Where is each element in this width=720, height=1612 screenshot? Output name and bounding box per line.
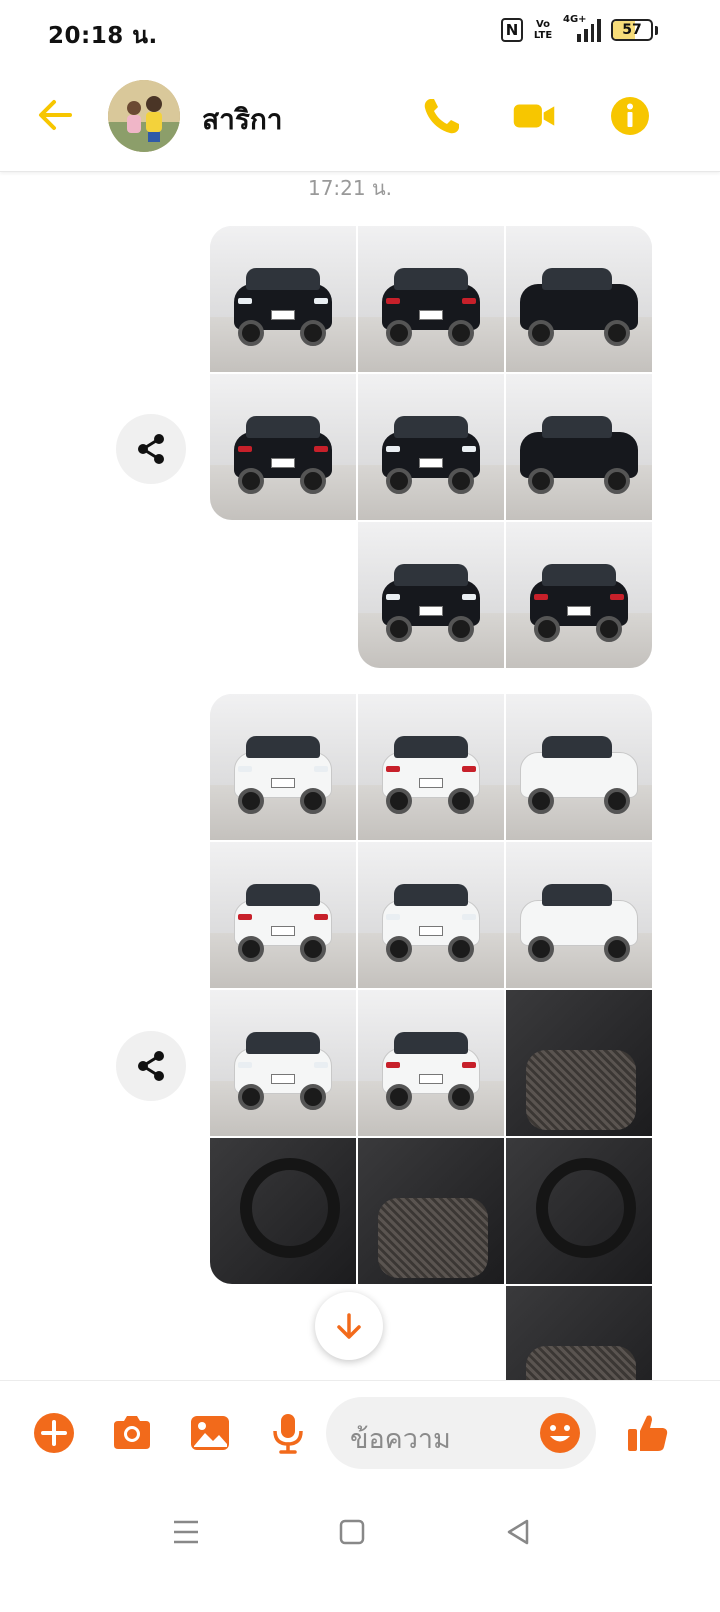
phone-call-icon[interactable] (420, 94, 464, 138)
volte-icon: Vo LTE (533, 19, 553, 41)
nfc-icon: N (501, 18, 523, 42)
photo-thumbnail[interactable] (210, 694, 356, 840)
message-placeholder: ข้อความ (350, 1424, 451, 1455)
photo-thumbnail[interactable] (358, 1138, 504, 1284)
info-icon[interactable] (608, 94, 652, 138)
thumbs-up-icon[interactable] (626, 1411, 670, 1455)
message-list[interactable]: 17:21 น. (0, 172, 720, 1380)
signal-icon: 4G+ (563, 14, 601, 42)
avatar[interactable] (108, 80, 180, 152)
share-icon (138, 434, 164, 464)
back-triangle-icon (507, 1519, 529, 1545)
battery-icon: 57 (611, 19, 653, 41)
system-nav-bar (0, 1484, 720, 1612)
photo-thumbnail[interactable] (358, 522, 504, 668)
share-button[interactable] (116, 414, 186, 484)
photo-thumbnail[interactable] (358, 694, 504, 840)
home-square-icon (339, 1519, 365, 1545)
microphone-icon[interactable] (266, 1411, 310, 1455)
menu-icon (174, 1520, 198, 1544)
conversation-header: สาริกา (0, 64, 720, 172)
photo-thumbnail[interactable] (506, 226, 652, 372)
contact-name[interactable]: สาริกา (202, 98, 283, 142)
photo-thumbnail[interactable] (358, 226, 504, 372)
share-icon (138, 1051, 164, 1081)
arrow-down-icon (337, 1313, 361, 1339)
photo-thumbnail[interactable] (506, 522, 652, 668)
photo-thumbnail[interactable] (358, 842, 504, 988)
status-icons: N Vo LTE 4G+ 57 (501, 14, 658, 42)
message-input[interactable]: ข้อความ (326, 1397, 596, 1469)
photo-thumbnail[interactable] (358, 374, 504, 520)
plus-icon[interactable] (32, 1411, 76, 1455)
share-button[interactable] (116, 1031, 186, 1101)
camera-icon[interactable] (110, 1411, 154, 1455)
message-composer: ข้อความ (0, 1380, 720, 1484)
photo-thumbnail[interactable] (506, 1286, 652, 1380)
photo-thumbnail[interactable] (506, 694, 652, 840)
photo-thumbnail[interactable] (506, 842, 652, 988)
message-timestamp: 17:21 น. (307, 176, 393, 200)
photo-thumbnail[interactable] (358, 990, 504, 1136)
photo-thumbnail[interactable] (506, 990, 652, 1136)
menu-nav-button[interactable] (166, 1512, 206, 1552)
gallery-icon[interactable] (188, 1411, 232, 1455)
battery-level: 57 (622, 22, 642, 38)
photo-thumbnail[interactable] (210, 990, 356, 1136)
photo-thumbnail[interactable] (210, 842, 356, 988)
photo-thumbnail[interactable] (506, 1138, 652, 1284)
photo-thumbnail[interactable] (210, 374, 356, 520)
back-arrow-icon[interactable] (34, 94, 76, 136)
scroll-to-bottom-button[interactable] (315, 1292, 383, 1360)
status-bar: 20:18 น. N Vo LTE 4G+ 57 (0, 0, 720, 64)
emoji-icon[interactable] (538, 1411, 582, 1455)
video-call-icon[interactable] (512, 94, 556, 138)
photo-thumbnail[interactable] (210, 226, 356, 372)
network-type: 4G+ (563, 14, 587, 25)
photo-thumbnail[interactable] (506, 374, 652, 520)
home-nav-button[interactable] (332, 1512, 372, 1552)
status-time: 20:18 น. (48, 23, 158, 49)
photo-thumbnail[interactable] (210, 1138, 356, 1284)
back-nav-button[interactable] (498, 1512, 538, 1552)
